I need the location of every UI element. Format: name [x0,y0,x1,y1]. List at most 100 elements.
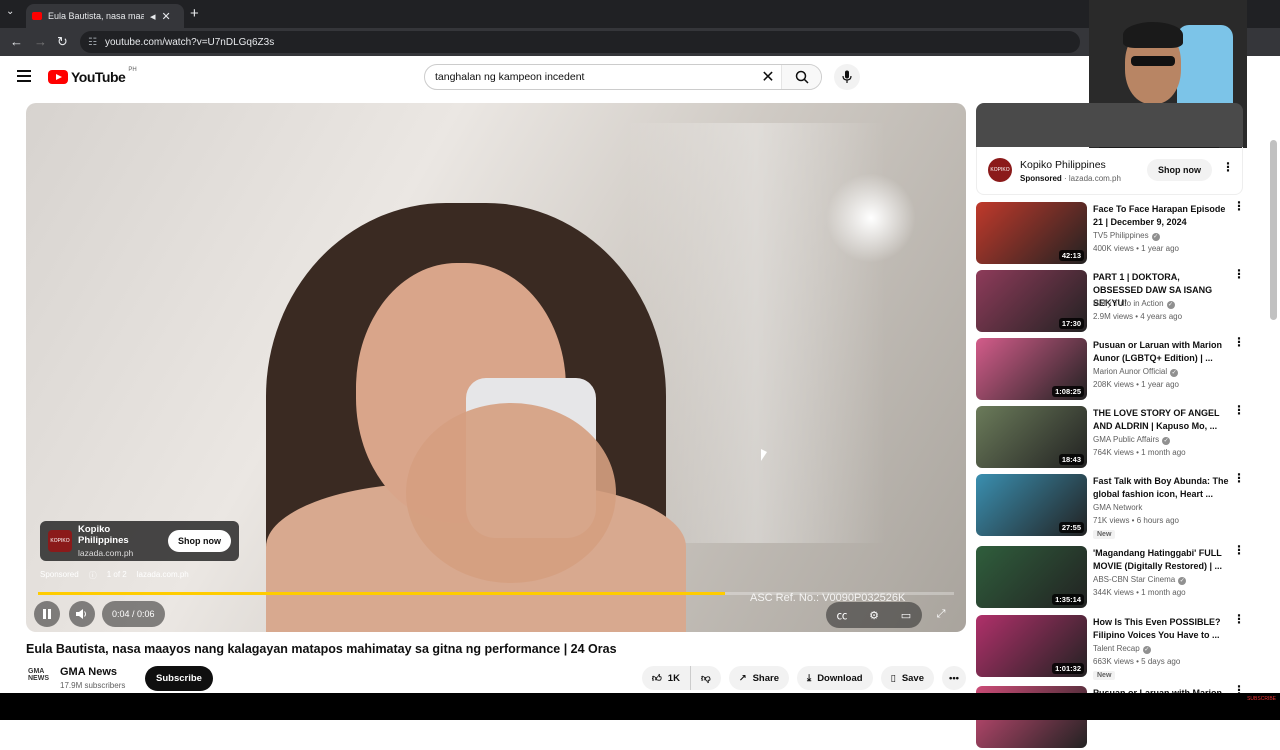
video-thumbnail[interactable]: 18:43 [976,406,1087,468]
subscribe-badge: SUBSCRIBE [1247,696,1276,702]
dislike-button[interactable]: 👎︎ [689,666,721,690]
clear-search-icon[interactable]: ✕ [755,67,781,87]
video-duration: 1:08:25 [1052,386,1084,397]
video-thumbnail[interactable]: 1:01:32 [976,615,1087,677]
recommendation-item[interactable]: 42:13 Face To Face Harapan Episode 21 | D… [976,200,1266,266]
video-thumbnail[interactable]: 17:30 [976,270,1087,332]
channel-name[interactable]: GMA News [60,666,117,678]
fullscreen-icon[interactable]: ⤢ [928,601,954,627]
video-duration: 42:13 [1058,250,1084,261]
recommendation-item[interactable]: 27:55 Fast Talk with Boy Abunda: The glob… [976,472,1266,539]
save-button[interactable]: ▯ Save [880,666,934,690]
browser-toolbar: ← → ↻ ☷ youtube.com/watch?v=U7nDLGq6Z3s [0,28,1280,56]
download-button[interactable]: ⤓ Download [796,666,873,690]
recommendation-item[interactable]: 18:43 THE LOVE STORY OF ANGEL AND ALDRIN … [976,404,1266,470]
search-box[interactable]: tanghalan ng kampeon incedent ✕ [424,64,822,90]
recommendation-title[interactable]: Face To Face Harapan Episode 21 | Decemb… [1093,203,1229,229]
more-actions-button[interactable]: ••• [942,666,966,690]
recommendation-channel[interactable]: Raffy Tulfo in Action ✓ [1093,299,1175,309]
address-url[interactable]: youtube.com/watch?v=U7nDLGq6Z3s [105,37,274,48]
recommendation-more-icon[interactable]: ⋮ [1233,684,1245,696]
recommendation-more-icon[interactable]: ⋮ [1233,472,1245,484]
back-icon[interactable]: ← [10,34,23,49]
video-thumbnail[interactable]: 42:13 [976,202,1087,264]
video-thumbnail[interactable]: 1:35:14 [976,546,1087,608]
recommendation-more-icon[interactable]: ⋮ [1233,336,1245,348]
recommendation-title[interactable]: How Is This Even POSSIBLE? Filipino Voic… [1093,616,1229,642]
subtitles-icon[interactable]: ㏄ [826,607,858,623]
channel-label: GMA Public Affairs [1093,435,1160,444]
recommendation-views: 400K views • 1 year ago [1093,244,1179,253]
recommendation-more-icon[interactable]: ⋮ [1233,404,1245,416]
subscribe-button[interactable]: Subscribe [145,666,213,691]
ad-shop-now-button[interactable]: Shop now [168,530,231,552]
sidebar-shop-now-button[interactable]: Shop now [1147,159,1212,181]
ad-domain-link[interactable]: lazada.com.ph [137,570,189,581]
pause-icon [43,609,51,619]
channel-avatar[interactable]: GMA NEWS [28,668,50,690]
youtube-header: YouTube PH tanghalan ng kampeon incedent… [0,56,1280,100]
recommendation-more-icon[interactable]: ⋮ [1233,544,1245,556]
recommendation-channel[interactable]: Marion Aunor Official ✓ [1093,367,1179,377]
recommendation-item[interactable]: 1:35:14 'Magandang Hatinggabi' FULL MOVIE… [976,544,1266,610]
voice-search-button[interactable] [834,64,860,90]
sidebar-ad-sponsored: Sponsored [1020,174,1062,183]
video-thumbnail[interactable]: 27:55 [976,474,1087,536]
sidebar-ad-logo: KOPIKO [988,158,1012,182]
share-button[interactable]: ↗ Share [728,666,789,690]
sidebar-ad[interactable]: KOPIKO Kopiko Philippines Sponsored · la… [976,103,1243,195]
recommendation-title[interactable]: THE LOVE STORY OF ANGEL AND ALDRIN | Kap… [1093,407,1229,433]
channel-label: Raffy Tulfo in Action [1093,299,1164,308]
recommendation-item[interactable]: 17:30 PART 1 | DOKTORA, OBSESSED DAW SA I… [976,268,1266,334]
recommendation-more-icon[interactable]: ⋮ [1233,268,1245,280]
ad-info-icon[interactable]: ⓘ [89,570,97,581]
sponsored-label: Sponsored [40,570,79,579]
channel-row: GMA NEWS GMA News 17.9M subscribers Subs… [26,665,966,693]
recommendation-channel[interactable]: ABS-CBN Star Cinema ✓ [1093,575,1187,585]
miniplayer-icon[interactable]: ▭ [890,609,922,622]
search-button[interactable] [781,65,821,89]
recommendation-title[interactable]: 'Magandang Hatinggabi' FULL MOVIE (Digit… [1093,547,1229,573]
recommendation-channel[interactable]: TV5 Philippines ✓ [1093,231,1160,241]
thumbs-up-icon: 👍︎ [651,673,662,684]
forward-icon[interactable]: → [34,34,47,49]
search-input[interactable]: tanghalan ng kampeon incedent [425,71,755,83]
video-player[interactable]: KOPIKO Kopiko Philippines lazada.com.ph … [26,103,966,632]
recommendation-channel[interactable]: Talent Recap ✓ [1093,644,1151,654]
recommendation-title[interactable]: Pusuan or Laruan with Marion Aunor (LGBT… [1093,339,1229,365]
recommendation-channel[interactable]: GMA Public Affairs ✓ [1093,435,1171,445]
subscriber-count: 17.9M subscribers [60,681,126,690]
tab-search-icon[interactable]: ⌄ [6,6,14,17]
like-button[interactable]: 👍︎ 1K [641,666,690,690]
pause-button[interactable] [34,601,60,627]
address-bar[interactable]: ☷ youtube.com/watch?v=U7nDLGq6Z3s [80,31,1080,53]
sidebar-ad-brand[interactable]: Kopiko Philippines [1020,159,1106,171]
video-actions: 👍︎ 1K 👎︎ ↗ Share ⤓ Download ▯ Save ••• [641,666,966,690]
recommendation-item[interactable]: 1:08:25 Pusuan or Laruan with Marion Auno… [976,336,1266,402]
browser-tab[interactable]: Eula Bautista, nasa maayos ◂ ✕ [26,4,184,28]
ad-overlay-card[interactable]: KOPIKO Kopiko Philippines lazada.com.ph … [40,521,239,561]
new-tab-icon[interactable]: + [190,5,199,22]
youtube-logo[interactable]: YouTube PH [48,67,137,85]
volume-button[interactable] [69,601,95,627]
recommendation-more-icon[interactable]: ⋮ [1233,200,1245,212]
speaker-icon[interactable]: ◂ [150,10,156,23]
tab-close-icon[interactable]: ✕ [162,10,171,23]
recommendation-more-icon[interactable]: ⋮ [1233,613,1245,625]
settings-icon[interactable]: ⚙ [858,609,890,622]
recommendation-item[interactable]: 1:01:32 How Is This Even POSSIBLE? Filipi… [976,613,1266,680]
menu-icon[interactable] [17,70,31,82]
recommendation-title[interactable]: Fast Talk with Boy Abunda: The global fa… [1093,475,1229,501]
like-count: 1K [667,672,680,684]
ad-progress-bar[interactable] [38,592,954,595]
site-info-icon[interactable]: ☷ [88,37,97,48]
verified-icon: ✓ [1166,301,1175,309]
sidebar-scrollbar[interactable] [1270,140,1277,320]
sidebar-ad-more-icon[interactable]: ⋮ [1222,161,1234,173]
video-thumbnail[interactable]: 1:08:25 [976,338,1087,400]
sidebar-ad-banner[interactable] [976,103,1243,147]
reload-icon[interactable]: ↻ [57,34,68,50]
recommendation-channel[interactable]: GMA Network [1093,503,1142,512]
channel-label: ABS-CBN Star Cinema [1093,575,1176,584]
tab-title: Eula Bautista, nasa maayos [48,11,144,21]
